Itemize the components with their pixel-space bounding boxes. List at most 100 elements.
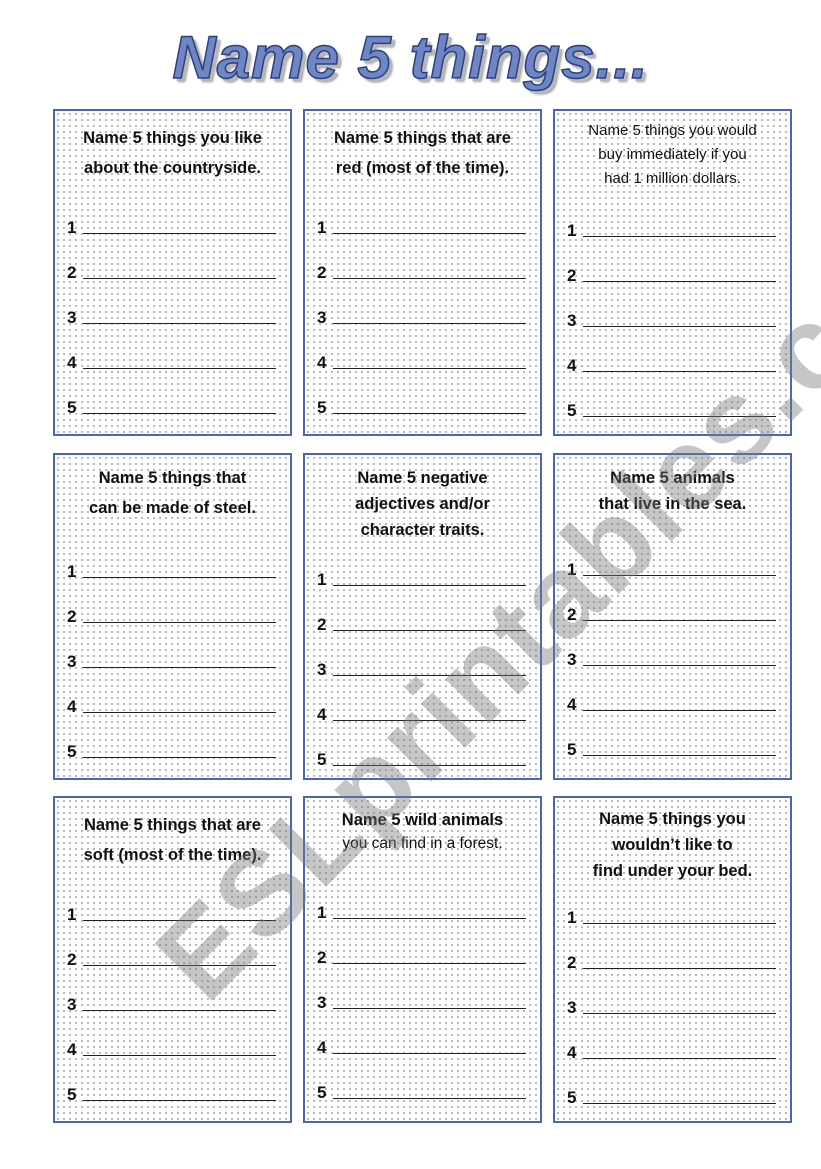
write-line[interactable] xyxy=(83,323,276,324)
answer-line[interactable]: 2 xyxy=(567,241,778,286)
answer-line[interactable]: 1 xyxy=(67,193,278,238)
write-line[interactable] xyxy=(83,1055,276,1056)
write-line[interactable] xyxy=(83,667,276,668)
answer-line[interactable]: 3 xyxy=(567,625,778,670)
write-line[interactable] xyxy=(333,630,526,631)
write-line[interactable] xyxy=(333,1053,526,1054)
write-line[interactable] xyxy=(333,918,526,919)
answer-line[interactable]: 3 xyxy=(317,283,528,328)
answer-line[interactable]: 2 xyxy=(317,590,528,635)
write-line[interactable] xyxy=(583,710,776,711)
answer-line[interactable]: 1 xyxy=(317,878,528,923)
answer-line[interactable]: 3 xyxy=(567,973,778,1018)
answer-line[interactable]: 4 xyxy=(317,328,528,373)
answer-line[interactable]: 3 xyxy=(67,283,278,328)
answer-line[interactable]: 2 xyxy=(67,582,278,627)
write-line[interactable] xyxy=(333,585,526,586)
answer-line[interactable]: 5 xyxy=(317,725,528,770)
write-line[interactable] xyxy=(583,1103,776,1104)
answer-line[interactable]: 5 xyxy=(67,1060,278,1105)
write-line[interactable] xyxy=(333,720,526,721)
write-line[interactable] xyxy=(583,416,776,417)
write-line[interactable] xyxy=(583,1013,776,1014)
answer-line[interactable]: 2 xyxy=(567,928,778,973)
answer-line[interactable]: 4 xyxy=(67,1015,278,1060)
write-line[interactable] xyxy=(583,1058,776,1059)
answer-line[interactable]: 4 xyxy=(567,331,778,376)
answer-line[interactable]: 2 xyxy=(317,923,528,968)
answer-line[interactable]: 3 xyxy=(67,627,278,672)
write-line[interactable] xyxy=(333,963,526,964)
line-number: 4 xyxy=(317,705,327,724)
write-line[interactable] xyxy=(333,278,526,279)
write-line[interactable] xyxy=(83,577,276,578)
answer-line[interactable]: 1 xyxy=(67,880,278,925)
write-line[interactable] xyxy=(333,675,526,676)
prompt-line: Name 5 animals xyxy=(610,469,735,487)
answer-line[interactable]: 4 xyxy=(67,672,278,717)
answer-line[interactable]: 1 xyxy=(67,537,278,582)
write-line[interactable] xyxy=(83,965,276,966)
answer-lines: 1 2 3 4 5 xyxy=(317,545,528,770)
answer-lines: 1 2 3 4 5 xyxy=(567,883,778,1108)
write-line[interactable] xyxy=(333,765,526,766)
answer-line[interactable]: 2 xyxy=(317,238,528,283)
answer-line[interactable]: 5 xyxy=(67,373,278,418)
answer-line[interactable]: 5 xyxy=(317,373,528,418)
write-line[interactable] xyxy=(83,278,276,279)
prompt-line: buy immediately if you xyxy=(598,146,747,163)
prompt-line: that live in the sea. xyxy=(598,495,747,513)
answer-line[interactable]: 2 xyxy=(67,925,278,970)
write-line[interactable] xyxy=(83,368,276,369)
answer-line[interactable]: 5 xyxy=(317,1058,528,1103)
answer-line[interactable]: 4 xyxy=(317,1013,528,1058)
answer-line[interactable]: 5 xyxy=(567,715,778,760)
answer-line[interactable]: 1 xyxy=(317,545,528,590)
answer-line[interactable]: 2 xyxy=(67,238,278,283)
write-line[interactable] xyxy=(333,233,526,234)
write-line[interactable] xyxy=(583,326,776,327)
answer-line[interactable]: 4 xyxy=(567,670,778,715)
answer-line[interactable]: 3 xyxy=(317,635,528,680)
write-line[interactable] xyxy=(333,1098,526,1099)
write-line[interactable] xyxy=(83,233,276,234)
write-line[interactable] xyxy=(83,1100,276,1101)
write-line[interactable] xyxy=(583,281,776,282)
write-line[interactable] xyxy=(583,236,776,237)
answer-line[interactable]: 1 xyxy=(567,535,778,580)
answer-line[interactable]: 1 xyxy=(567,196,778,241)
write-line[interactable] xyxy=(333,368,526,369)
prompt-line: had 1 million dollars. xyxy=(604,170,741,187)
answer-line[interactable]: 4 xyxy=(567,1018,778,1063)
answer-line[interactable]: 3 xyxy=(317,968,528,1013)
line-number: 3 xyxy=(67,995,77,1014)
answer-line[interactable]: 5 xyxy=(67,717,278,762)
answer-line[interactable]: 1 xyxy=(317,193,528,238)
answer-line[interactable]: 1 xyxy=(567,883,778,928)
answer-line[interactable]: 3 xyxy=(67,970,278,1015)
write-line[interactable] xyxy=(83,622,276,623)
answer-line[interactable]: 4 xyxy=(67,328,278,373)
write-line[interactable] xyxy=(583,923,776,924)
write-line[interactable] xyxy=(83,920,276,921)
write-line[interactable] xyxy=(83,712,276,713)
answer-line[interactable]: 4 xyxy=(317,680,528,725)
write-line[interactable] xyxy=(333,413,526,414)
write-line[interactable] xyxy=(583,755,776,756)
answer-line[interactable]: 2 xyxy=(567,580,778,625)
write-line[interactable] xyxy=(83,413,276,414)
line-number: 4 xyxy=(567,356,577,375)
write-line[interactable] xyxy=(333,1008,526,1009)
write-line[interactable] xyxy=(583,968,776,969)
answer-line[interactable]: 5 xyxy=(567,1063,778,1108)
answer-line[interactable]: 5 xyxy=(567,376,778,421)
answer-lines: 1 2 3 4 5 xyxy=(67,537,278,762)
write-line[interactable] xyxy=(583,575,776,576)
write-line[interactable] xyxy=(583,665,776,666)
write-line[interactable] xyxy=(583,371,776,372)
write-line[interactable] xyxy=(83,757,276,758)
write-line[interactable] xyxy=(583,620,776,621)
write-line[interactable] xyxy=(83,1010,276,1011)
write-line[interactable] xyxy=(333,323,526,324)
answer-line[interactable]: 3 xyxy=(567,286,778,331)
